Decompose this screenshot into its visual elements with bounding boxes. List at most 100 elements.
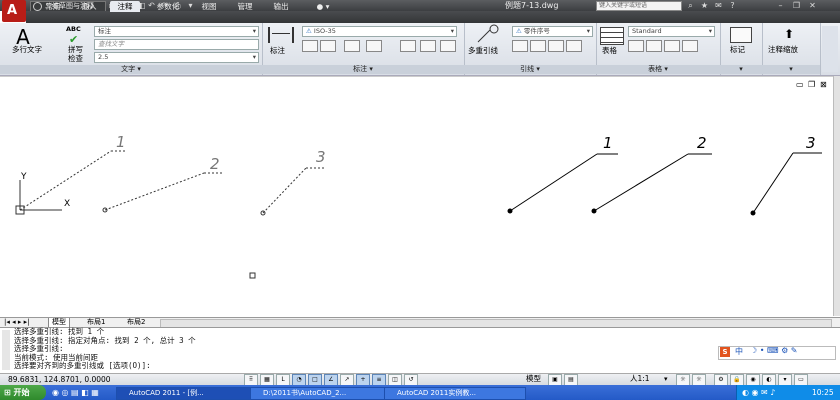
taskbar-item-autocad[interactable]: AutoCAD 2011 - [例... — [116, 387, 258, 400]
start-label: 开始 — [13, 388, 30, 397]
mleader-style-icon: ⚠ — [516, 27, 522, 35]
tab-insert[interactable]: 插入 — [74, 1, 104, 12]
text-panel-title[interactable]: 文字 ▾ — [0, 65, 262, 74]
dim-style-select[interactable]: ⚠ ISO-35 ▾ — [302, 26, 457, 37]
search-icon[interactable]: ⌕ — [686, 1, 695, 10]
start-button[interactable]: ⊞ 开始 — [0, 385, 46, 400]
tab-annotate[interactable]: 注释 — [110, 1, 140, 12]
tab-layout2[interactable]: 布局2 — [124, 318, 148, 327]
command-grip[interactable] — [2, 330, 10, 370]
tray-icons[interactable]: ◐ ◉ ✉ ♪ — [742, 388, 775, 397]
application-menu-button[interactable]: A — [2, 0, 26, 22]
table-panel-title[interactable]: 表格 ▾ — [596, 65, 720, 74]
annotation-scale-icon[interactable]: ⬆ — [780, 27, 798, 41]
collect-leader-icon[interactable] — [566, 40, 582, 52]
minimize-icon[interactable]: – — [776, 1, 785, 10]
download-table-icon[interactable] — [664, 40, 680, 52]
align-leader-icon[interactable] — [548, 40, 564, 52]
dashed-leader-1-label: 1 — [116, 133, 126, 151]
multileader-icon[interactable] — [474, 24, 504, 46]
solid-leader-1[interactable] — [507, 153, 619, 214]
sogou-icon: S — [720, 347, 730, 357]
dashed-leader-2-label: 2 — [210, 155, 220, 173]
dashed-leader-3-label: 3 — [316, 148, 326, 166]
solid-leader-3-label: 3 — [806, 134, 816, 152]
table-icon[interactable] — [600, 27, 624, 45]
dimension-panel-title[interactable]: 标注 ▾ — [262, 65, 464, 74]
continue-dim-icon[interactable] — [320, 40, 336, 52]
oblique-icon[interactable] — [440, 40, 456, 52]
dashed-leader-2[interactable] — [102, 172, 222, 213]
tab-view[interactable]: 视图 — [194, 1, 224, 12]
markup-icon[interactable] — [730, 27, 752, 43]
chevron-down-icon[interactable]: ▾ — [664, 374, 668, 384]
chevron-down-icon: ▾ — [586, 27, 590, 35]
table-style-value: Standard — [632, 27, 662, 35]
annotation-scale-select[interactable]: 人1:1 — [630, 374, 650, 384]
chevron-down-icon: ▾ — [450, 27, 454, 35]
coordinate-readout[interactable]: 89.6831, 124.8701, 0.0000 — [8, 375, 111, 384]
remove-leader-icon[interactable] — [530, 40, 546, 52]
text-style-select[interactable]: 标注 ▾ — [94, 26, 259, 37]
ribbon-tab-bar — [26, 11, 840, 23]
markup-button[interactable]: 标记 — [730, 44, 745, 55]
extract-data-icon[interactable] — [628, 40, 644, 52]
command-prompt[interactable]: 选择要对齐到的多重引线或 [选项(O)]: — [14, 362, 151, 371]
linear-dim-icon[interactable] — [268, 27, 294, 43]
ime-language[interactable]: 中 — [735, 346, 743, 357]
taskbar-item-document[interactable]: AutoCAD 2011实例教... — [384, 387, 526, 400]
windows-logo-icon: ⊞ — [4, 388, 11, 397]
chevron-down-icon: ▾ — [708, 27, 712, 35]
tab-parametric[interactable]: 参数化 — [148, 1, 188, 12]
scaling-panel-expand[interactable]: ▾ — [762, 65, 820, 74]
help-icon[interactable]: ? — [728, 1, 737, 10]
spell-check-button-line2[interactable]: 检查 — [68, 53, 83, 64]
upload-table-icon[interactable] — [682, 40, 698, 52]
tab-layout1[interactable]: 布局1 — [84, 318, 108, 327]
text-panel-title-label: 文字 — [121, 65, 136, 73]
annotation-scaling-button[interactable]: 注释缩放 — [768, 44, 798, 55]
mleader-style-value: 零件序号 — [523, 27, 550, 35]
inspect-icon[interactable] — [400, 40, 416, 52]
ime-mode-icons[interactable]: ☽ • ⌨ ⚙ ✎ — [750, 346, 797, 355]
add-leader-icon[interactable] — [512, 40, 528, 52]
text-height-value: 2.5 — [98, 53, 109, 61]
adjust-space-icon[interactable] — [366, 40, 382, 52]
markup-panel-expand[interactable]: ▾ — [720, 65, 762, 74]
dashed-leader-3[interactable] — [260, 167, 326, 216]
vertical-scrollbar[interactable] — [833, 76, 840, 316]
ribbon-options-icon[interactable]: ● ▾ — [312, 1, 334, 12]
baseline-dim-icon[interactable] — [302, 40, 318, 52]
layout-nav-icons[interactable]: |◂ ◂ ▸ ▸| — [4, 318, 29, 326]
close-icon[interactable]: ✕ — [808, 1, 817, 10]
table-button[interactable]: 表格 — [602, 45, 617, 56]
restore-icon[interactable]: ❐ — [792, 1, 801, 10]
mtext-button[interactable]: 多行文字 — [12, 44, 42, 55]
multileader-button[interactable]: 多重引线 — [468, 45, 498, 56]
dimension-button[interactable]: 标注 — [270, 45, 285, 56]
find-text-input[interactable]: 查找文字 — [94, 39, 259, 50]
tab-output[interactable]: 输出 — [266, 1, 296, 12]
communication-icon[interactable]: ✉ — [714, 1, 723, 10]
table-style-select[interactable]: Standard ▾ — [628, 26, 715, 37]
autocad-logo-icon: A — [7, 3, 18, 18]
leader-panel-title[interactable]: 引线 ▾ — [464, 65, 596, 74]
model-space-toggle[interactable]: 模型 — [526, 374, 541, 384]
solid-leader-3[interactable] — [750, 152, 823, 216]
solid-leader-1-label: 1 — [603, 134, 613, 152]
solid-leader-2[interactable] — [591, 153, 713, 214]
dashed-leader-1[interactable] — [19, 150, 127, 211]
jog-line-icon[interactable] — [420, 40, 436, 52]
text-height-select[interactable]: 2.5 ▾ — [94, 52, 259, 63]
mleader-style-select[interactable]: ⚠ 零件序号 ▾ — [512, 26, 593, 37]
search-input[interactable]: 键入关键字或短语 — [596, 1, 682, 11]
ribbon-overflow — [822, 26, 838, 72]
break-dim-icon[interactable] — [344, 40, 360, 52]
tab-manage[interactable]: 管理 — [230, 1, 260, 12]
tab-home[interactable]: 常用 — [38, 1, 68, 12]
dim-style-value: ISO-35 — [313, 27, 336, 35]
subscription-icon[interactable]: ★ — [700, 1, 709, 10]
link-data-icon[interactable] — [646, 40, 662, 52]
taskbar-item-folder[interactable]: D:\2011书\AutoCAD_2... — [250, 387, 392, 400]
quick-launch-icons[interactable]: ◉ ◎ ▤ ◧ ▦ — [52, 388, 99, 397]
